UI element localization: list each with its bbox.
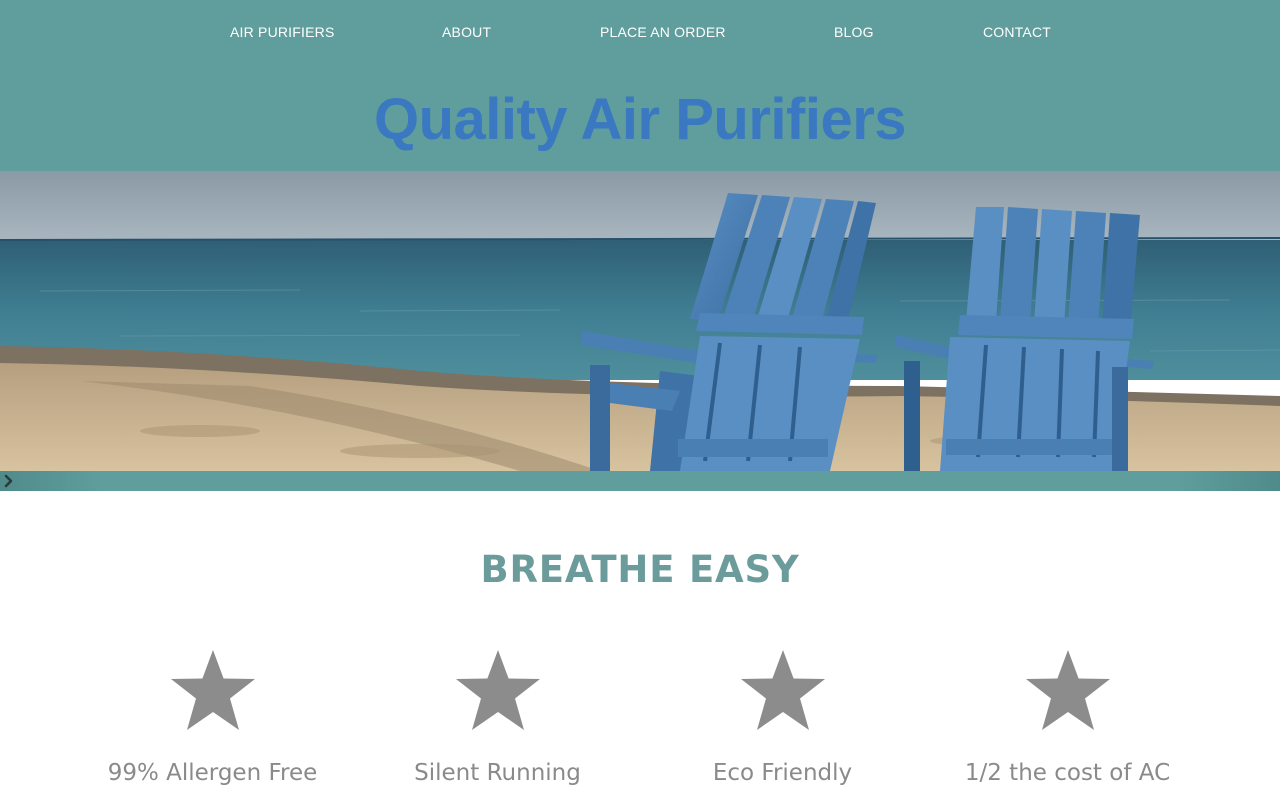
star-icon (455, 650, 540, 730)
feature-item: 1/2 the cost of AC (925, 648, 1210, 786)
star-icon (740, 650, 825, 730)
feature-label: 99% Allergen Free (107, 760, 318, 786)
feature-item: Silent Running (355, 648, 640, 786)
nav-item-place-an-order[interactable]: PLACE AN ORDER (600, 24, 726, 40)
slider-bar (0, 471, 1280, 491)
section-heading: BREATHE EASY (480, 548, 800, 591)
feature-item: 99% Allergen Free (70, 648, 355, 786)
site-title[interactable]: Quality Air Purifiers (0, 86, 1280, 153)
feature-label: Silent Running (414, 760, 581, 786)
feature-label: Eco Friendly (712, 760, 853, 786)
nav-item-air-purifiers[interactable]: AIR PURIFIERS (230, 24, 335, 40)
main-nav: AIR PURIFIERS ABOUT PLACE AN ORDER BLOG … (0, 24, 1280, 44)
hero-slide-image (0, 171, 1280, 471)
hero-slider (0, 171, 1280, 471)
nav-item-about[interactable]: ABOUT (442, 24, 491, 40)
star-icon (1025, 650, 1110, 730)
nav-item-blog[interactable]: BLOG (834, 24, 874, 40)
feature-label: 1/2 the cost of AC (964, 760, 1171, 786)
chevron-right-icon[interactable] (3, 474, 15, 488)
star-icon (170, 650, 255, 730)
site-header: AIR PURIFIERS ABOUT PLACE AN ORDER BLOG … (0, 0, 1280, 171)
feature-item: Eco Friendly (640, 648, 925, 786)
nav-item-contact[interactable]: CONTACT (983, 24, 1051, 40)
